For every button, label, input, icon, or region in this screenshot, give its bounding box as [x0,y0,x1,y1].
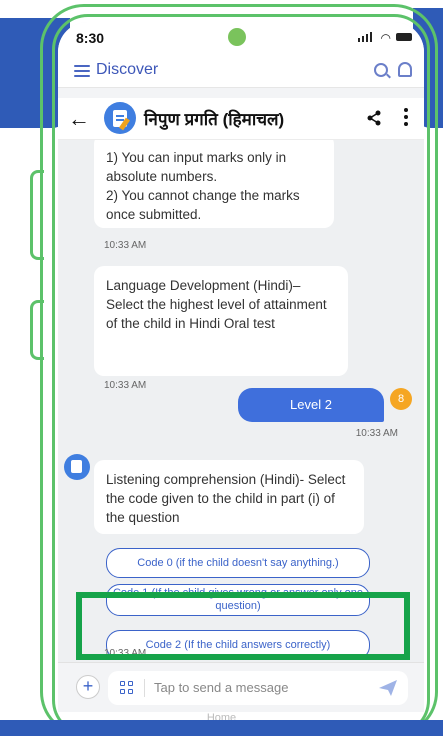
option-button[interactable]: Code 0 (if the child doesn't say anythin… [106,548,370,578]
user-avatar: 8 [390,388,412,410]
side-button-2 [30,300,44,360]
input-placeholder: Tap to send a message [154,680,289,695]
more-vert-icon[interactable] [404,108,410,128]
message-time: 10:33 AM [104,240,147,251]
highlight-box [76,592,410,660]
plus-icon[interactable]: + [76,675,100,699]
share-icon[interactable] [366,110,382,126]
top-bar-title: Discover [96,61,159,78]
bot-avatar-small [64,454,90,480]
bot-avatar [104,102,136,134]
message-line: 1) You can input marks only in absolute … [106,150,287,184]
bot-message: Language Development (Hindi)– Select the… [94,266,348,376]
bot-message: Listening comprehension (Hindi)- Select … [94,460,364,534]
wifi-icon: ◠ [380,31,391,45]
top-bar: Discover [58,54,424,88]
back-arrow-icon[interactable]: ← [68,106,90,132]
input-bar: + Tap to send a message [58,662,424,712]
signal-icon [358,32,372,42]
bell-icon[interactable] [398,62,412,77]
user-message: Level 2 [238,388,384,422]
search-icon[interactable] [374,63,388,77]
battery-icon [396,33,412,41]
bot-message: 1) You can input marks only in absolute … [94,140,334,228]
background-shape-bottom [0,720,443,736]
message-line: 2) You cannot change the marks once subm… [106,188,300,222]
chat-area: 1) You can input marks only in absolute … [58,140,424,662]
side-button-1 [30,170,44,260]
grid-icon[interactable] [120,681,134,695]
stage: 8:30 ◠ Discover ← निपुण प्रगति (हिमाचल) [0,0,443,736]
message-time: 10:33 AM [355,428,398,439]
camera-dot [228,28,246,46]
menu-icon[interactable] [74,65,90,77]
status-time: 8:30 [76,30,105,46]
send-icon[interactable] [378,679,398,697]
message-input[interactable]: Tap to send a message [108,671,408,705]
chat-title: निपुण प्रगति (हिमाचल) [144,110,285,129]
message-time: 10:33 AM [104,380,147,391]
status-bar: 8:30 ◠ [58,22,424,54]
divider [144,679,145,697]
chat-header: ← निपुण प्रगति (हिमाचल) [58,98,424,140]
